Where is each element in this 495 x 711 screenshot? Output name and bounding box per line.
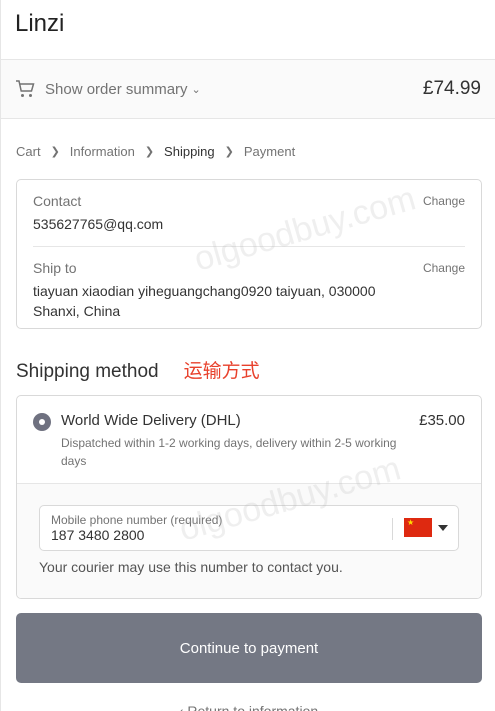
phone-section: Mobile phone number (required) ★ Your co… xyxy=(17,484,481,598)
section-note: 运输方式 xyxy=(183,361,260,382)
chevron-right-icon: ❯ xyxy=(144,145,155,158)
return-to-information-link[interactable]: ‹ Return to information xyxy=(1,703,495,711)
phone-input[interactable] xyxy=(51,527,381,543)
shipping-method-heading: Shipping method 运输方式 xyxy=(16,356,260,383)
method-price: £35.00 xyxy=(419,412,465,429)
change-contact-link[interactable]: Change xyxy=(423,194,465,208)
breadcrumb-cart[interactable]: Cart xyxy=(16,144,41,159)
radio-selected[interactable] xyxy=(33,413,51,431)
section-title: Shipping method xyxy=(16,361,159,382)
continue-to-payment-button[interactable]: Continue to payment xyxy=(16,613,482,683)
chevron-right-icon: ❯ xyxy=(224,145,234,158)
chevron-down-icon: ⌄ xyxy=(191,83,201,96)
breadcrumb-information[interactable]: Information xyxy=(70,144,135,159)
phone-label: Mobile phone number (required) xyxy=(51,513,223,527)
store-name[interactable]: Linzi xyxy=(15,10,481,38)
phone-field[interactable]: Mobile phone number (required) ★ xyxy=(39,505,459,551)
breadcrumb-payment: Payment xyxy=(243,143,296,159)
order-summary-bar[interactable]: Show order summary ⌄ £74.99 xyxy=(1,60,495,119)
ship-to-row: Ship to tiayuan xiaodian yiheguangchang0… xyxy=(33,246,465,321)
phone-help-text: Your courier may use this number to cont… xyxy=(39,559,343,575)
order-total: £74.99 xyxy=(422,78,481,99)
order-summary-label: Show order summary xyxy=(45,80,188,98)
cart-icon xyxy=(16,80,35,97)
breadcrumb-shipping: Shipping xyxy=(164,143,215,159)
ship-to-value: tiayuan xiaodian yiheguangchang0920 taiy… xyxy=(33,283,376,319)
checkout-page: Linzi Show order summary ⌄ £74.99 Cart ❯… xyxy=(0,0,495,711)
review-block: Contact 535627765@qq.com Change Ship to … xyxy=(16,179,482,329)
contact-value: 535627765@qq.com xyxy=(33,216,164,232)
ship-to-label: Ship to xyxy=(33,260,77,276)
shipping-method-box: World Wide Delivery (DHL) Dispatched wit… xyxy=(16,395,482,599)
field-divider xyxy=(392,518,393,540)
chevron-right-icon: ❯ xyxy=(50,145,60,158)
order-summary-toggle[interactable]: Show order summary ⌄ xyxy=(15,80,201,98)
shipping-option[interactable]: World Wide Delivery (DHL) Dispatched wit… xyxy=(17,396,481,484)
breadcrumb: Cart ❯ Information ❯ Shipping ❯ Payment xyxy=(1,142,495,160)
contact-row: Contact 535627765@qq.com Change xyxy=(17,180,481,246)
method-description: Dispatched within 1-2 working days, deli… xyxy=(61,436,397,468)
method-name: World Wide Delivery (DHL) xyxy=(61,412,241,429)
change-address-link[interactable]: Change xyxy=(423,261,465,275)
contact-label: Contact xyxy=(33,193,82,209)
china-flag-icon[interactable]: ★ xyxy=(404,518,432,537)
store-header: Linzi xyxy=(1,0,495,60)
caret-down-icon[interactable] xyxy=(438,525,448,531)
